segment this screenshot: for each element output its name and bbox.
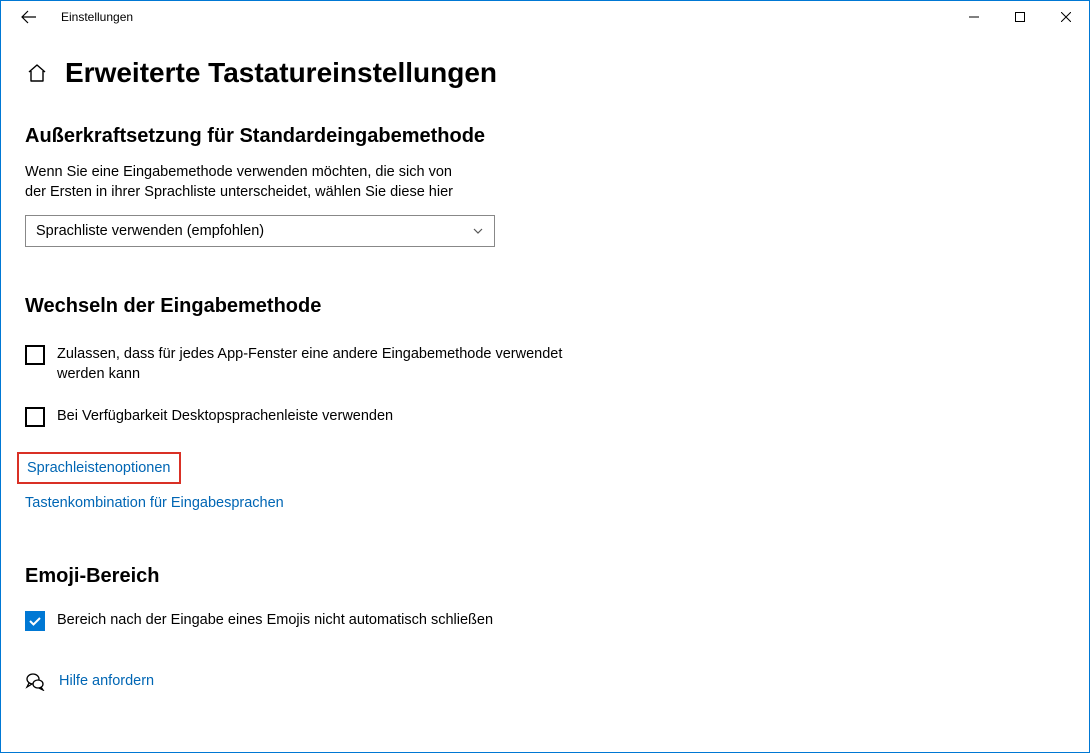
page-title: Erweiterte Tastatureinstellungen bbox=[65, 57, 497, 89]
maximize-button[interactable] bbox=[997, 1, 1043, 33]
section-description: Wenn Sie eine Eingabemethode verwenden m… bbox=[25, 162, 465, 203]
checkbox-row-emoji-panel: Bereich nach der Eingabe eines Emojis ni… bbox=[25, 610, 565, 631]
input-method-dropdown[interactable]: Sprachliste verwenden (empfohlen) bbox=[25, 215, 495, 247]
section-switch-input-method: Wechseln der Eingabemethode Zulassen, da… bbox=[25, 295, 1065, 530]
minimize-icon bbox=[969, 12, 979, 22]
section-default-input-override: Außerkraftsetzung für Standardeingabemet… bbox=[25, 125, 1065, 247]
checkbox-row-per-app-input: Zulassen, dass für jedes App-Fenster ein… bbox=[25, 344, 565, 385]
checkbox-label: Zulassen, dass für jedes App-Fenster ein… bbox=[57, 344, 565, 385]
checkbox-label: Bereich nach der Eingabe eines Emojis ni… bbox=[57, 610, 493, 630]
maximize-icon bbox=[1015, 12, 1025, 22]
checkbox-desktop-language-bar[interactable] bbox=[25, 407, 45, 427]
close-icon bbox=[1061, 12, 1071, 22]
close-button[interactable] bbox=[1043, 1, 1089, 33]
section-emoji-panel: Emoji-Bereich Bereich nach der Eingabe e… bbox=[25, 565, 1065, 631]
titlebar: Einstellungen bbox=[1, 1, 1089, 33]
arrow-left-icon bbox=[21, 9, 37, 25]
section-title: Emoji-Bereich bbox=[25, 565, 1065, 588]
window-controls bbox=[951, 1, 1089, 33]
dropdown-value: Sprachliste verwenden (empfohlen) bbox=[36, 223, 264, 239]
check-icon bbox=[28, 614, 42, 628]
section-title: Außerkraftsetzung für Standardeingabemet… bbox=[25, 125, 1065, 148]
link-get-help[interactable]: Hilfe anfordern bbox=[59, 673, 154, 689]
window-title: Einstellungen bbox=[61, 10, 133, 24]
section-title: Wechseln der Eingabemethode bbox=[25, 295, 1065, 318]
home-icon bbox=[27, 63, 47, 83]
checkbox-emoji-panel-stay-open[interactable] bbox=[25, 611, 45, 631]
checkbox-label: Bei Verfügbarkeit Desktopsprachenleiste … bbox=[57, 406, 393, 426]
help-row: Hilfe anfordern bbox=[25, 671, 1065, 691]
back-button[interactable] bbox=[9, 1, 49, 33]
checkbox-per-app-input[interactable] bbox=[25, 345, 45, 365]
page-header: Erweiterte Tastatureinstellungen bbox=[25, 57, 1065, 89]
content-area: Erweiterte Tastatureinstellungen Außerkr… bbox=[1, 33, 1089, 691]
checkbox-row-desktop-language-bar: Bei Verfügbarkeit Desktopsprachenleiste … bbox=[25, 406, 565, 427]
link-language-bar-options[interactable]: Sprachleistenoptionen bbox=[25, 460, 173, 476]
chevron-down-icon bbox=[472, 225, 484, 237]
help-icon bbox=[25, 671, 45, 691]
home-button[interactable] bbox=[25, 61, 49, 85]
link-input-language-hotkeys[interactable]: Tastenkombination für Eingabesprachen bbox=[25, 495, 284, 511]
minimize-button[interactable] bbox=[951, 1, 997, 33]
